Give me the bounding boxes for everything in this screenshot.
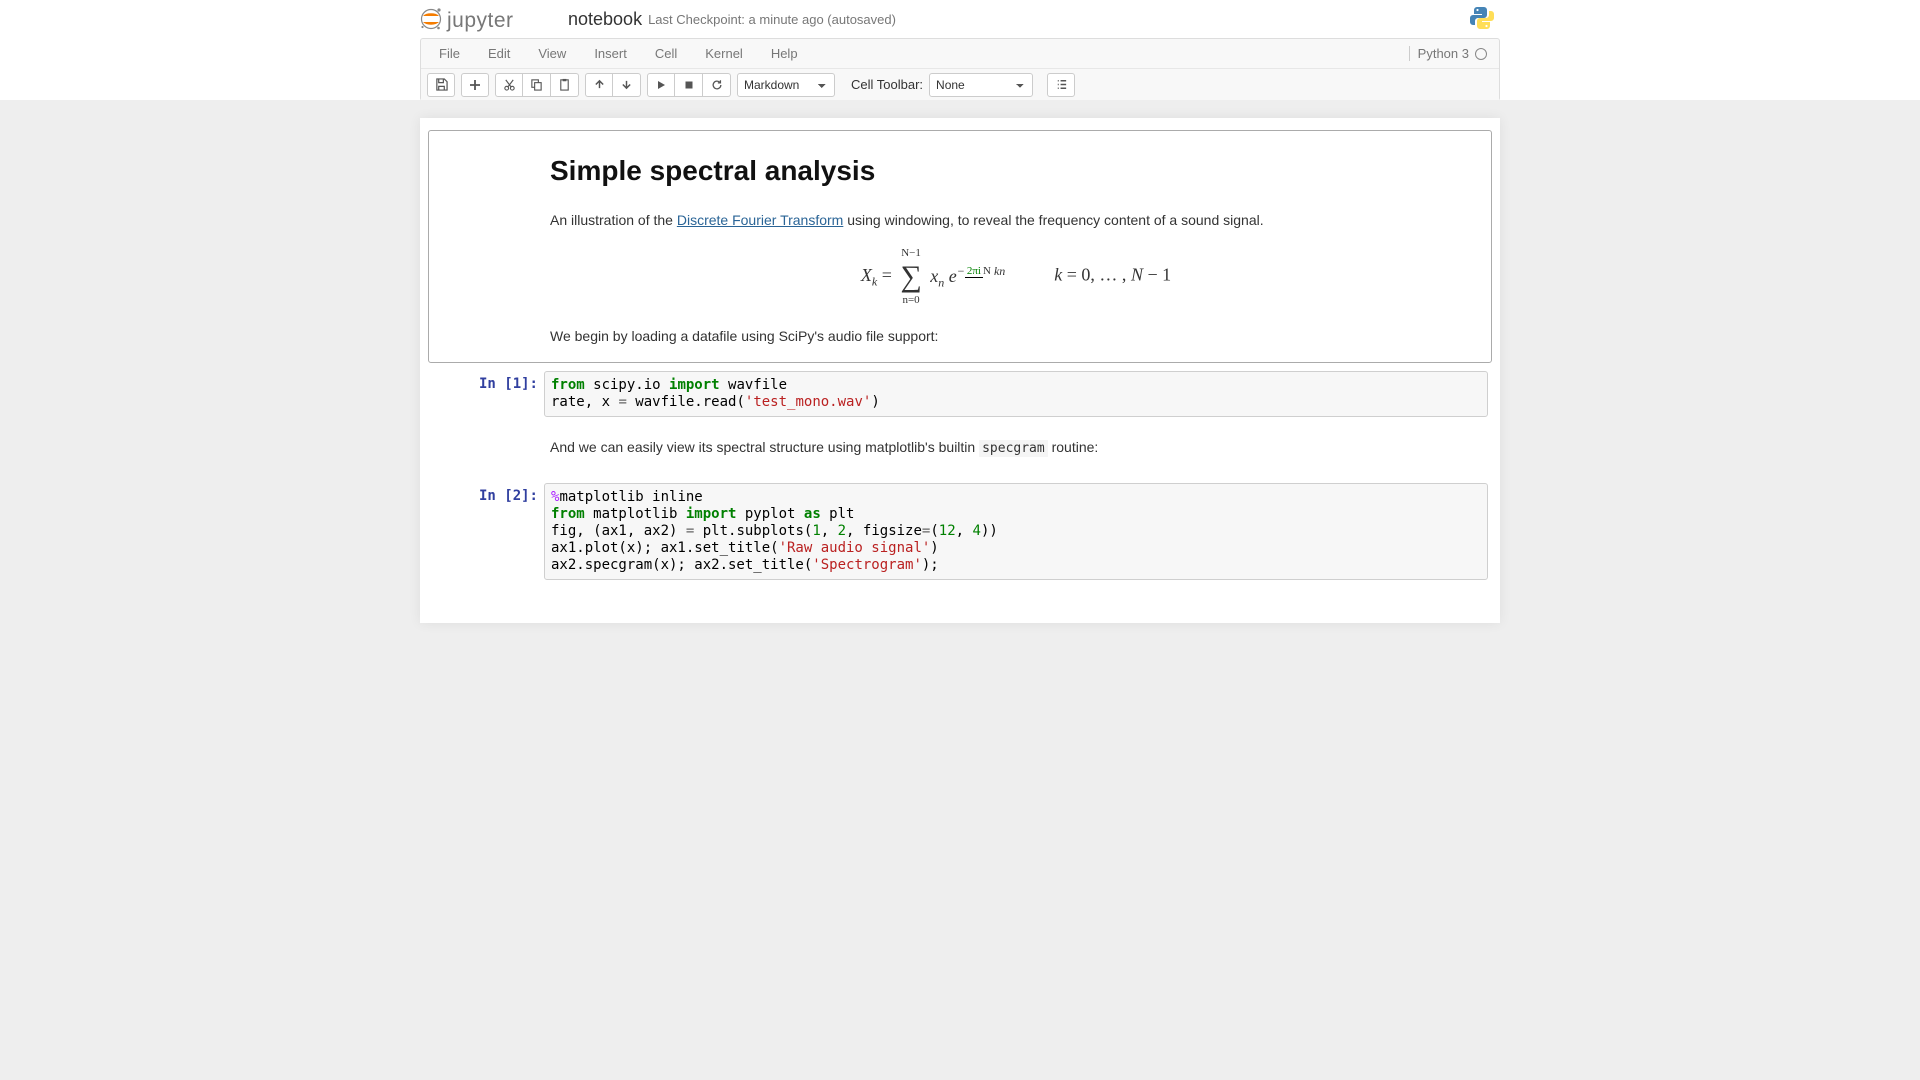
md-title: Simple spectral analysis — [550, 150, 1482, 192]
cut-button[interactable] — [495, 73, 523, 97]
kernel-name: Python 3 — [1418, 46, 1469, 61]
paste-button[interactable] — [551, 73, 579, 97]
python-logo-icon — [1469, 5, 1495, 34]
toolbar: Markdown Cell Toolbar: None — [421, 68, 1499, 100]
input-prompt: In [2]: — [432, 483, 544, 580]
cell-type-select[interactable]: Markdown — [737, 73, 835, 97]
menubar: File Edit View Insert Cell Kernel Help P… — [421, 39, 1499, 68]
code-input[interactable]: %matplotlib inline from matplotlib impor… — [544, 483, 1488, 580]
move-down-button[interactable] — [613, 73, 641, 97]
save-button[interactable] — [427, 73, 455, 97]
command-palette-button[interactable] — [1047, 73, 1075, 97]
code-input[interactable]: from scipy.io import wavfile rate, x = w… — [544, 371, 1488, 417]
md-paragraph: And we can easily view its spectral stru… — [550, 437, 1482, 459]
run-button[interactable] — [647, 73, 675, 97]
md-paragraph: An illustration of the Discrete Fourier … — [550, 210, 1482, 231]
kernel-indicator: Python 3 — [1409, 46, 1495, 61]
menu-file[interactable]: File — [425, 40, 474, 67]
menu-kernel[interactable]: Kernel — [691, 40, 757, 67]
menu-view[interactable]: View — [524, 40, 580, 67]
svg-text:jupyter: jupyter — [446, 9, 514, 32]
notebook-name[interactable]: notebook — [568, 9, 642, 30]
cell-markdown-1[interactable]: Simple spectral analysis An illustration… — [428, 130, 1492, 363]
cell-code-1[interactable]: In [1]: from scipy.io import wavfile rat… — [428, 367, 1492, 421]
add-cell-button[interactable] — [461, 73, 489, 97]
checkpoint-status: Last Checkpoint: a minute ago (autosaved… — [648, 12, 896, 27]
input-prompt: In [1]: — [432, 371, 544, 417]
cell-markdown-2[interactable]: And we can easily view its spectral stru… — [428, 425, 1492, 475]
menu-edit[interactable]: Edit — [474, 40, 524, 67]
dft-link[interactable]: Discrete Fourier Transform — [677, 212, 843, 228]
equation: Xk = N−1 ∑ n=0 xn e−2πiN kn k = 0, … , N… — [550, 245, 1482, 308]
move-up-button[interactable] — [585, 73, 613, 97]
jupyter-logo[interactable]: jupyter — [420, 5, 550, 33]
md-paragraph: We begin by loading a datafile using Sci… — [550, 326, 1482, 347]
cell-toolbar-select[interactable]: None — [929, 73, 1033, 97]
interrupt-button[interactable] — [675, 73, 703, 97]
cell-toolbar-label: Cell Toolbar: — [851, 77, 923, 92]
kernel-idle-icon — [1475, 48, 1487, 60]
menu-help[interactable]: Help — [757, 40, 812, 67]
restart-button[interactable] — [703, 73, 731, 97]
cell-code-2[interactable]: In [2]: %matplotlib inline from matplotl… — [428, 479, 1492, 589]
notebook-container: Simple spectral analysis An illustration… — [420, 118, 1500, 623]
cell-output — [544, 580, 1488, 585]
copy-button[interactable] — [523, 73, 551, 97]
menu-cell[interactable]: Cell — [641, 40, 691, 67]
menu-insert[interactable]: Insert — [580, 40, 641, 67]
